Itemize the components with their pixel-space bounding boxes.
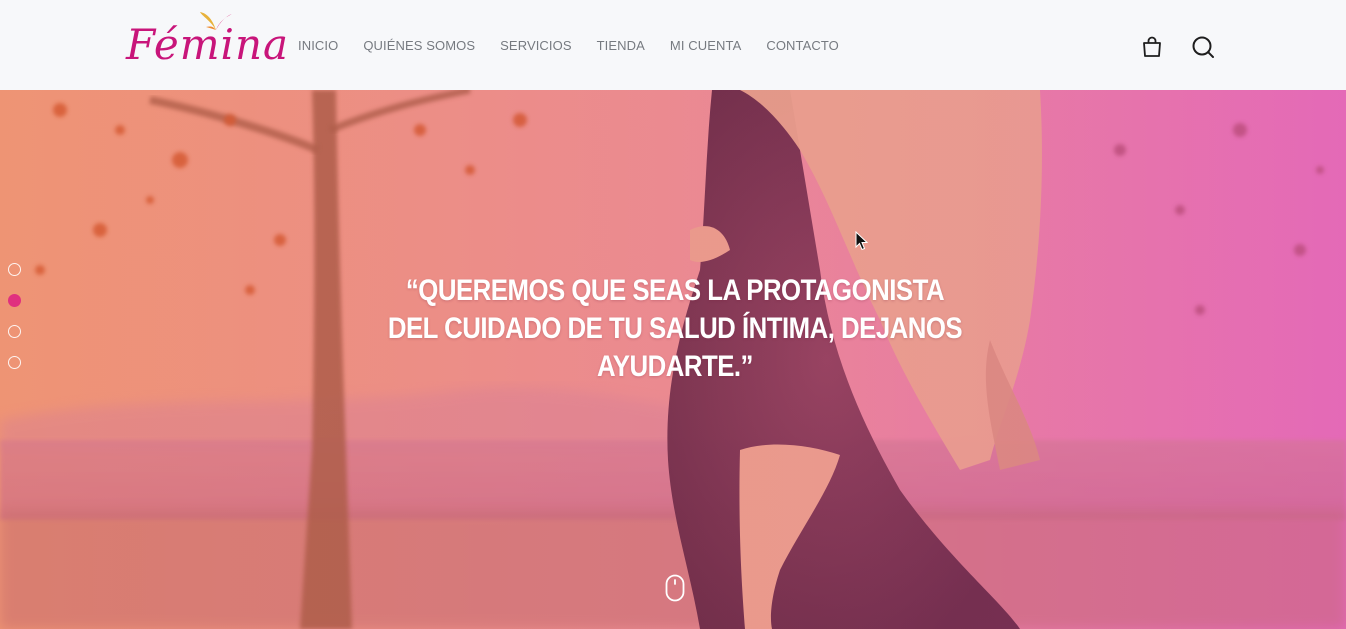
nav-item-inicio[interactable]: INICIO <box>298 38 338 53</box>
shopping-bag-icon[interactable] <box>1140 35 1164 59</box>
hero-slider: “QUEREMOS QUE SEAS LA PROTAGONISTA DEL C… <box>0 90 1346 629</box>
slider-pagination <box>8 263 21 387</box>
nav-item-quienes-somos[interactable]: QUIÉNES SOMOS <box>363 38 475 53</box>
mouse-scroll-icon[interactable] <box>665 574 685 602</box>
hero-quote: “QUEREMOS QUE SEAS LA PROTAGONISTA DEL C… <box>387 274 963 383</box>
nav-item-mi-cuenta[interactable]: MI CUENTA <box>670 38 741 53</box>
slide-dot-2[interactable] <box>8 294 21 307</box>
butterfly-icon <box>200 12 232 30</box>
slide-dot-3[interactable] <box>8 325 21 338</box>
page: Fémina INICIO QUIÉNES SOMOS SERVICIOS TI… <box>0 0 1346 629</box>
femina-logo[interactable]: Fémina <box>126 10 288 78</box>
nav-item-servicios[interactable]: SERVICIOS <box>500 38 571 53</box>
main-nav: INICIO QUIÉNES SOMOS SERVICIOS TIENDA MI… <box>298 38 864 53</box>
nav-item-contacto[interactable]: CONTACTO <box>766 38 839 53</box>
slide-dot-1[interactable] <box>8 263 21 276</box>
search-icon[interactable] <box>1191 35 1215 59</box>
nav-item-tienda[interactable]: TIENDA <box>597 38 645 53</box>
mouse-pointer-icon <box>855 231 869 251</box>
site-header: Fémina INICIO QUIÉNES SOMOS SERVICIOS TI… <box>0 0 1346 90</box>
slide-dot-4[interactable] <box>8 356 21 369</box>
